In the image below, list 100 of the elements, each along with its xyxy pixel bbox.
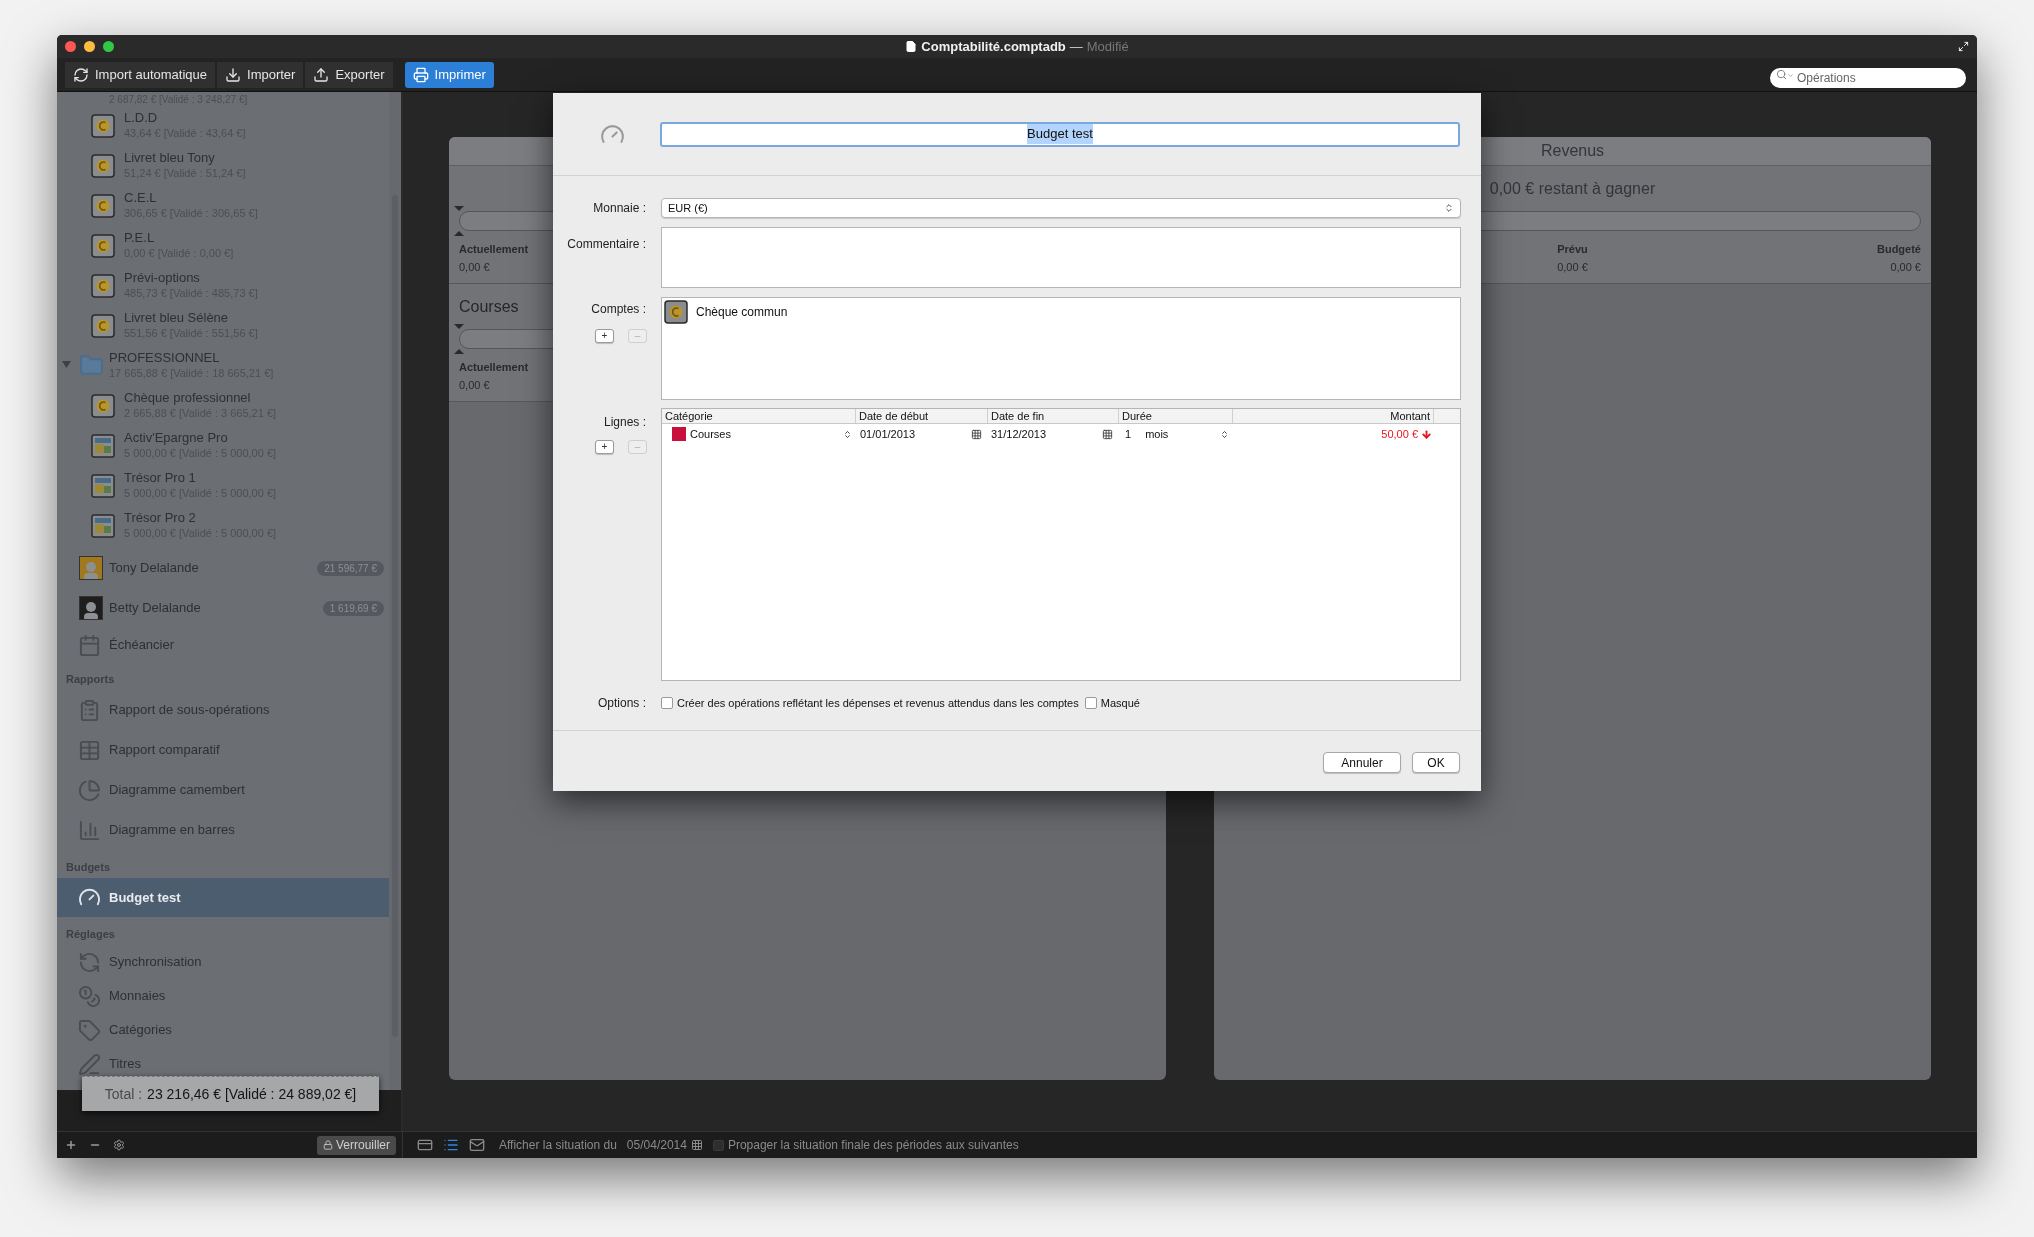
sidebar-item[interactable]: Diagramme camembert <box>57 770 389 810</box>
toolbar-button[interactable]: Import automatique <box>65 61 215 88</box>
column-header[interactable]: Montant <box>1390 409 1430 423</box>
coin-icon <box>91 114 115 138</box>
checkbox[interactable] <box>661 697 673 709</box>
coin-icon <box>91 394 115 418</box>
search-icon <box>1776 68 1787 80</box>
checkbox-label[interactable]: Propager la situation finale des périodes aux suivantes <box>727 1136 1019 1154</box>
sidebar-item[interactable]: Synchronisation <box>57 945 389 979</box>
start-date[interactable]: 01/01/2013 <box>860 425 971 443</box>
column-header[interactable]: Date de fin <box>991 409 1045 423</box>
stat-label: Budgeté <box>1877 242 1921 257</box>
duration-unit[interactable]: mois <box>1145 425 1206 443</box>
bar-chart-icon <box>78 818 101 842</box>
checkbox-label[interactable]: Créer des opérations reflétant les dépenses et revenus attendus dans les comptes <box>677 694 1079 712</box>
clipboard-icon <box>78 698 101 722</box>
sidebar-item[interactable]: Échéancier <box>57 628 389 662</box>
sidebar-item[interactable]: Budget test <box>57 878 389 917</box>
checkbox[interactable] <box>1084 697 1097 709</box>
coin-icon <box>664 300 688 324</box>
column-header[interactable]: Catégorie <box>665 409 713 423</box>
stat-value: 0,00 € <box>459 378 490 393</box>
duration-count[interactable]: 1 <box>1125 425 1132 443</box>
total-tooltip: Total : 23 216,46 € [Validé : 24 889,02 €] <box>82 1076 379 1111</box>
category-name: Courses <box>690 426 732 442</box>
avatar-icon <box>79 556 103 580</box>
calendar-grid-icon[interactable] <box>1102 428 1113 440</box>
panel-title: Revenus <box>1540 141 1605 161</box>
amount: 50,00 € <box>1381 426 1418 442</box>
title-separator: — <box>1069 37 1083 56</box>
coins-icon <box>78 984 101 1008</box>
lock-button[interactable]: Verrouiller <box>316 1135 396 1155</box>
field-label: Lignes : <box>603 414 647 431</box>
picture-frame-icon <box>91 514 115 538</box>
name-field[interactable]: Budget test <box>660 121 1460 147</box>
column-header[interactable]: Date de début <box>859 409 929 423</box>
table-icon <box>78 738 101 762</box>
calendar-grid-icon[interactable] <box>690 1139 703 1151</box>
sidebar-item[interactable]: Catégories <box>57 1013 389 1047</box>
coin-icon <box>91 154 115 178</box>
stepper-icon[interactable] <box>843 428 852 440</box>
stat-value: 0,00 € <box>1557 260 1588 275</box>
section-title: Courses <box>459 297 519 317</box>
select-arrows-icon <box>1444 203 1454 213</box>
close-button[interactable] <box>65 41 76 52</box>
situation-date[interactable]: 05/04/2014 <box>626 1136 687 1154</box>
toolbar-button[interactable]: Importer <box>217 61 304 88</box>
field-label: Commentaire : <box>566 236 647 253</box>
stat-value: 0,00 € <box>1890 260 1921 275</box>
field-label: Comptes : <box>591 301 647 318</box>
dialog-button[interactable]: OK <box>1412 752 1460 773</box>
list-icon[interactable] <box>443 1137 459 1153</box>
zoom-button[interactable] <box>103 41 114 52</box>
stat-label: Prévu <box>1557 242 1588 257</box>
document-icon <box>905 40 918 53</box>
end-date[interactable]: 31/12/2013 <box>991 425 1102 443</box>
add-button[interactable]: + <box>595 440 614 454</box>
avatar-icon <box>79 596 103 620</box>
sidebar-item[interactable]: Rapport comparatif <box>57 730 389 770</box>
search-field[interactable]: Opérations <box>1770 67 1966 88</box>
toolbar-button[interactable]: Imprimer <box>404 61 494 88</box>
add-icon[interactable] <box>65 1139 77 1151</box>
sidebar-item[interactable]: Rapport de sous-opérations <box>57 690 389 730</box>
account-item[interactable]: Chèque commun <box>664 300 1458 324</box>
toolbar-button[interactable]: Exporter <box>305 61 393 88</box>
stepper-icon[interactable] <box>1220 428 1229 440</box>
checkbox[interactable] <box>712 1139 724 1151</box>
settings-icon[interactable] <box>113 1139 125 1151</box>
coin-icon <box>91 234 115 258</box>
coin-icon <box>91 314 115 338</box>
dialog-button[interactable]: Annuler <box>1323 752 1401 773</box>
sidebar-item[interactable]: Diagramme en barres <box>57 810 389 850</box>
add-button[interactable]: + <box>595 329 614 343</box>
caret-icon <box>1787 71 1794 79</box>
window-title: Comptabilité.comptadb <box>921 37 1066 56</box>
download-icon <box>225 66 241 83</box>
mail-icon[interactable] <box>469 1137 485 1153</box>
currency-select[interactable]: EUR (€) <box>661 198 1461 218</box>
lock-icon <box>322 1140 333 1150</box>
column-header[interactable]: Durée <box>1122 409 1152 423</box>
card-icon[interactable] <box>417 1137 433 1153</box>
fullscreen-icon[interactable] <box>1958 41 1969 52</box>
pen-icon <box>78 1052 101 1076</box>
comment-field[interactable] <box>661 227 1461 288</box>
stat-value: 0,00 € <box>459 260 490 275</box>
picture-frame-icon <box>91 434 115 458</box>
folder-icon <box>79 353 104 378</box>
minimize-button[interactable] <box>84 41 95 52</box>
tag-icon <box>78 1018 101 1042</box>
checkbox-label[interactable]: Masqué <box>1100 694 1140 712</box>
pie-chart-icon <box>78 778 101 802</box>
document-status: Modifié <box>1086 37 1129 56</box>
stat-label: Actuellement <box>459 360 529 375</box>
field-label: Monnaie : <box>592 200 647 217</box>
calendar-grid-icon[interactable] <box>971 428 982 440</box>
remaining-summary: 0,00 € restant à gagner <box>1488 179 1657 199</box>
situation-label: Afficher la situation du <box>499 1137 617 1154</box>
calendar-icon <box>78 633 101 657</box>
sidebar-item[interactable]: Monnaies <box>57 979 389 1013</box>
printer-icon <box>412 66 429 83</box>
